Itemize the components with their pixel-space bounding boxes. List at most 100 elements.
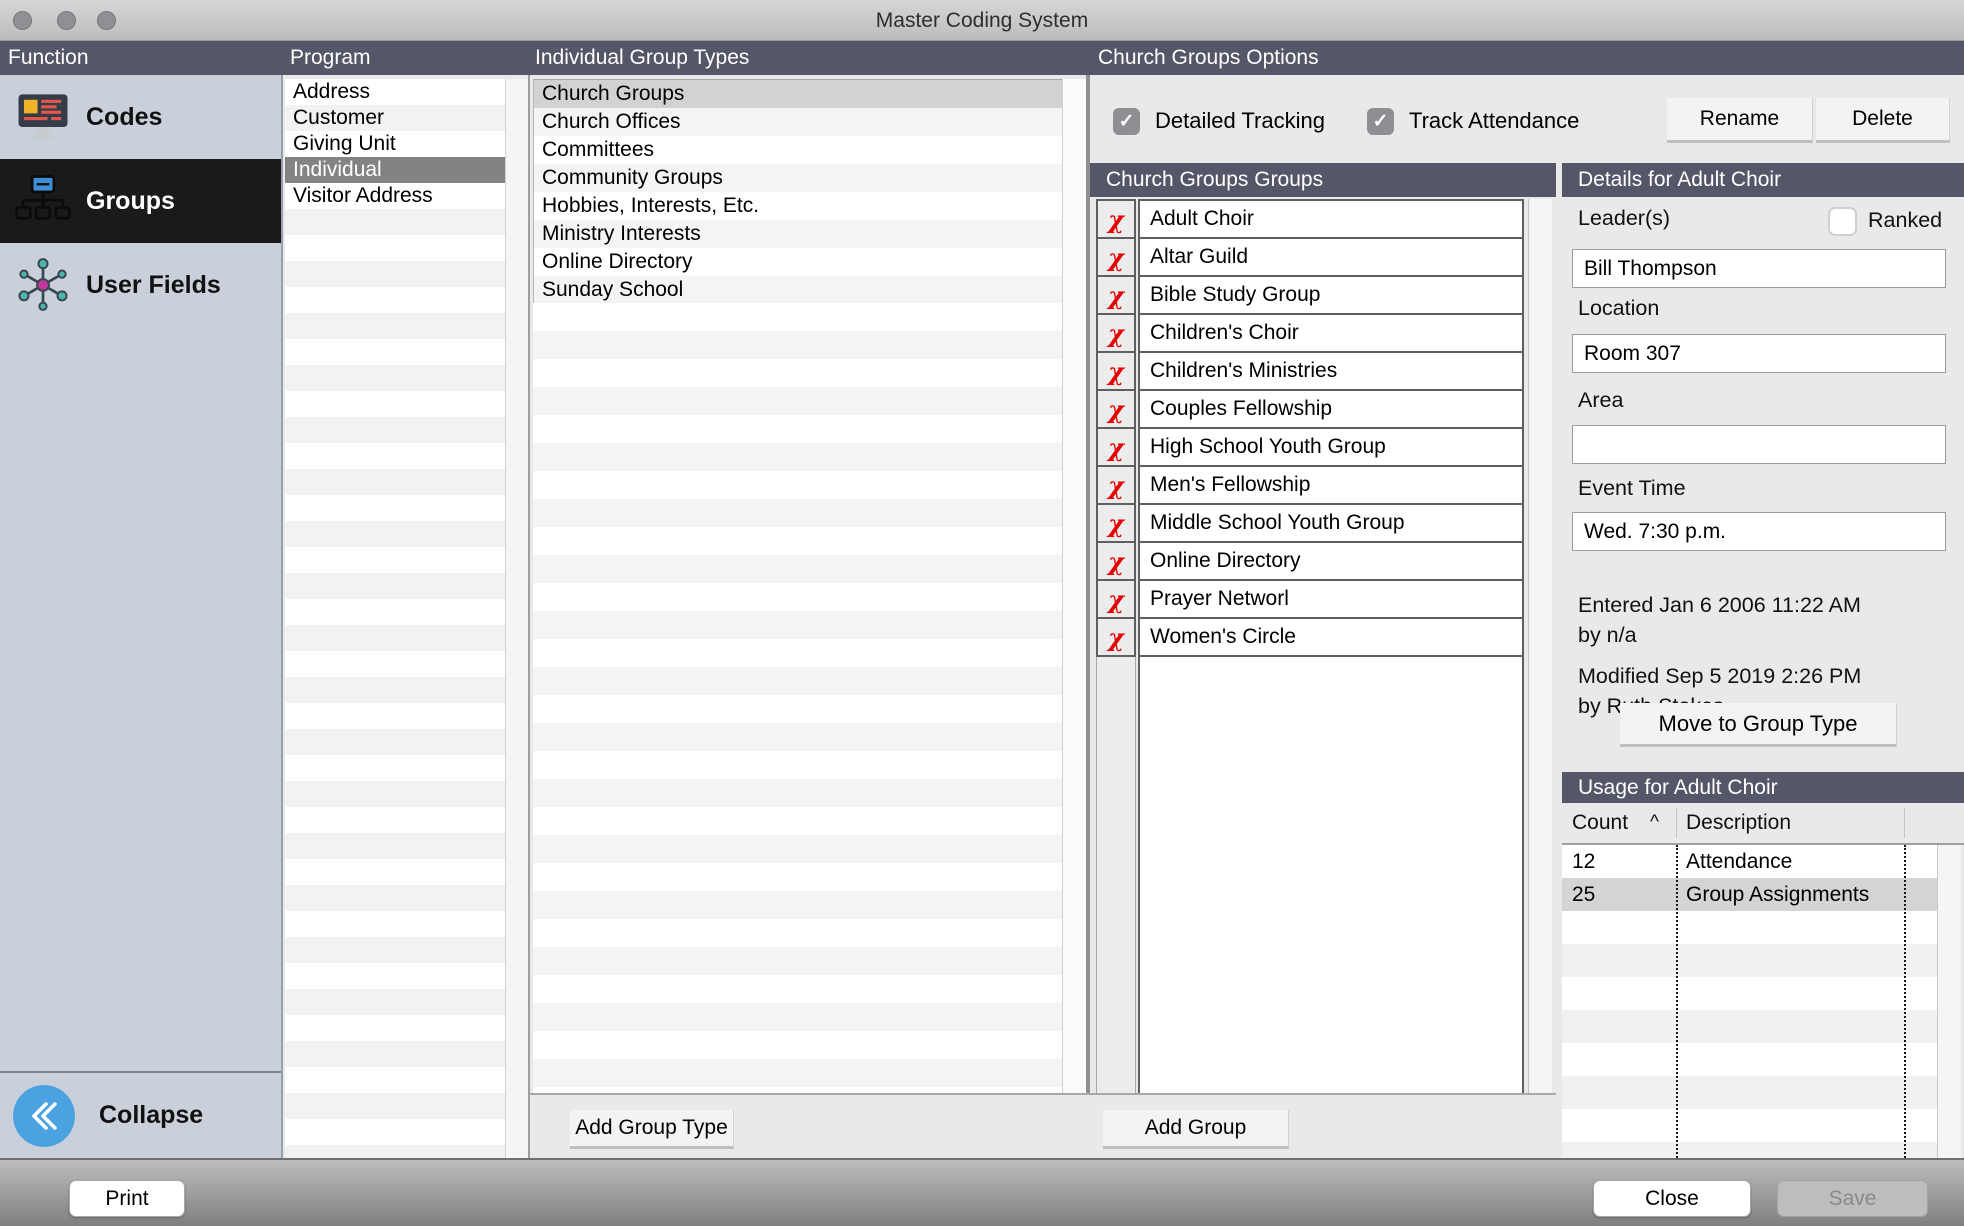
close-button[interactable]: Close — [1593, 1180, 1751, 1217]
function-column-header: Function — [8, 41, 89, 75]
area-label: Area — [1578, 388, 1623, 413]
usage-row[interactable]: 12 Attendance — [1562, 845, 1937, 878]
group-type-row[interactable]: Sunday School — [534, 276, 1062, 304]
move-to-group-type-button[interactable]: Move to Group Type — [1620, 703, 1897, 747]
group-type-row[interactable]: Hobbies, Interests, Etc. — [534, 192, 1062, 220]
sidebar-item-label: Codes — [86, 103, 162, 132]
group-name-cell[interactable]: High School Youth Group — [1138, 427, 1524, 467]
ranked-label: Ranked — [1868, 208, 1942, 233]
event-time-label: Event Time — [1578, 476, 1686, 501]
delete-group-icon[interactable]: χ — [1096, 313, 1136, 353]
delete-group-icon[interactable]: χ — [1096, 275, 1136, 315]
group-row: χChildren's Choir — [1096, 313, 1524, 353]
group-name-cell[interactable]: Online Directory — [1138, 541, 1524, 581]
program-row[interactable]: Visitor Address — [285, 183, 505, 209]
count-column-header[interactable]: Count — [1572, 803, 1628, 843]
user-fields-icon — [14, 256, 72, 314]
group-types-list-rows: Church GroupsChurch OfficesCommitteesCom… — [533, 79, 1062, 304]
group-types-empty-rows — [533, 303, 1062, 1093]
group-type-row[interactable]: Community Groups — [534, 164, 1062, 192]
ranked-checkbox[interactable] — [1828, 207, 1857, 236]
column-separator[interactable] — [1676, 808, 1677, 838]
delete-button[interactable]: Delete — [1816, 98, 1950, 143]
delete-group-icon[interactable]: χ — [1096, 465, 1136, 505]
location-input[interactable] — [1572, 334, 1946, 373]
usage-count: 25 — [1572, 878, 1595, 911]
sidebar-item-label: Groups — [86, 187, 175, 216]
rename-button[interactable]: Rename — [1667, 98, 1813, 143]
add-group-button[interactable]: Add Group — [1103, 1110, 1289, 1149]
group-row: χCouples Fellowship — [1096, 389, 1524, 429]
group-name-cell[interactable]: Women's Circle — [1138, 617, 1524, 657]
sidebar-collapse-button[interactable]: Collapse — [0, 1071, 281, 1158]
usage-description: Attendance — [1686, 845, 1792, 878]
group-row: χHigh School Youth Group — [1096, 427, 1524, 467]
checkmark-icon: ✓ — [1373, 112, 1389, 131]
group-type-row[interactable]: Ministry Interests — [534, 220, 1062, 248]
delete-group-icon[interactable]: χ — [1096, 617, 1136, 657]
print-button[interactable]: Print — [69, 1180, 185, 1217]
group-types-scrollbar-track[interactable] — [1062, 79, 1086, 1093]
collapse-left-icon — [13, 1085, 75, 1147]
column-separator[interactable] — [1904, 808, 1905, 838]
function-sidebar: Codes Groups User Fields — [0, 75, 281, 1158]
group-name-cell[interactable]: Altar Guild — [1138, 237, 1524, 277]
usage-description: Group Assignments — [1686, 878, 1869, 911]
leaders-input[interactable] — [1572, 249, 1946, 288]
program-column-header: Program — [290, 41, 371, 75]
program-row[interactable]: Customer — [285, 105, 505, 131]
save-button[interactable]: Save — [1777, 1180, 1928, 1217]
detailed-tracking-checkbox[interactable]: ✓ — [1113, 108, 1140, 135]
sidebar-item-user-fields[interactable]: User Fields — [0, 243, 281, 327]
group-name-cell[interactable]: Children's Ministries — [1138, 351, 1524, 391]
delete-group-icon[interactable]: χ — [1096, 351, 1136, 391]
groups-scrollbar-track[interactable] — [1528, 199, 1552, 1093]
description-column-header[interactable]: Description — [1686, 803, 1791, 843]
groups-icon — [14, 172, 72, 230]
track-attendance-checkbox[interactable]: ✓ — [1367, 108, 1394, 135]
area-input[interactable] — [1572, 425, 1946, 464]
group-type-row[interactable]: Church Offices — [534, 108, 1062, 136]
usage-empty-rows — [1562, 911, 1937, 1158]
group-row: χAltar Guild — [1096, 237, 1524, 277]
checkbox-label: Track Attendance — [1409, 108, 1579, 134]
delete-group-icon[interactable]: χ — [1096, 237, 1136, 277]
group-type-row[interactable]: Online Directory — [534, 248, 1062, 276]
program-row[interactable]: Individual — [285, 157, 505, 183]
group-name-cell[interactable]: Adult Choir — [1138, 199, 1524, 239]
group-row: χAdult Choir — [1096, 199, 1524, 239]
group-name-cell[interactable]: Middle School Youth Group — [1138, 503, 1524, 543]
delete-group-icon[interactable]: χ — [1096, 199, 1136, 239]
program-row[interactable]: Giving Unit — [285, 131, 505, 157]
usage-row[interactable]: 25 Group Assignments — [1562, 878, 1937, 911]
delete-group-icon[interactable]: χ — [1096, 579, 1136, 619]
add-group-type-button[interactable]: Add Group Type — [570, 1110, 734, 1149]
program-row[interactable]: Address — [285, 79, 505, 105]
group-row: χMiddle School Youth Group — [1096, 503, 1524, 543]
group-type-row[interactable]: Church Groups — [534, 80, 1062, 108]
group-name-cell[interactable]: Bible Study Group — [1138, 275, 1524, 315]
location-label: Location — [1578, 296, 1659, 321]
options-column-header: Church Groups Options — [1098, 41, 1319, 75]
usage-count: 12 — [1572, 845, 1595, 878]
group-row: χBible Study Group — [1096, 275, 1524, 315]
delete-group-icon[interactable]: χ — [1096, 389, 1136, 429]
group-type-row[interactable]: Committees — [534, 136, 1062, 164]
delete-group-icon[interactable]: χ — [1096, 503, 1136, 543]
sidebar-item-codes[interactable]: Codes — [0, 75, 281, 159]
sort-ascending-icon[interactable]: ^ — [1650, 803, 1659, 843]
delete-group-icon[interactable]: χ — [1096, 541, 1136, 581]
collapse-label: Collapse — [99, 1101, 203, 1130]
group-name-cell[interactable]: Prayer Networl — [1138, 579, 1524, 619]
usage-scrollbar-track[interactable] — [1937, 845, 1961, 1158]
group-name-cell[interactable]: Children's Choir — [1138, 313, 1524, 353]
event-time-input[interactable] — [1572, 512, 1946, 551]
group-name-cell[interactable]: Couples Fellowship — [1138, 389, 1524, 429]
delete-group-icon[interactable]: χ — [1096, 427, 1136, 467]
group-types-column-header: Individual Group Types — [535, 41, 749, 75]
group-name-cell[interactable]: Men's Fellowship — [1138, 465, 1524, 505]
sidebar-item-groups[interactable]: Groups — [0, 159, 281, 243]
program-scrollbar-track[interactable] — [505, 79, 528, 1158]
codes-icon — [14, 88, 72, 146]
title-bar: Master Coding System — [0, 0, 1964, 41]
